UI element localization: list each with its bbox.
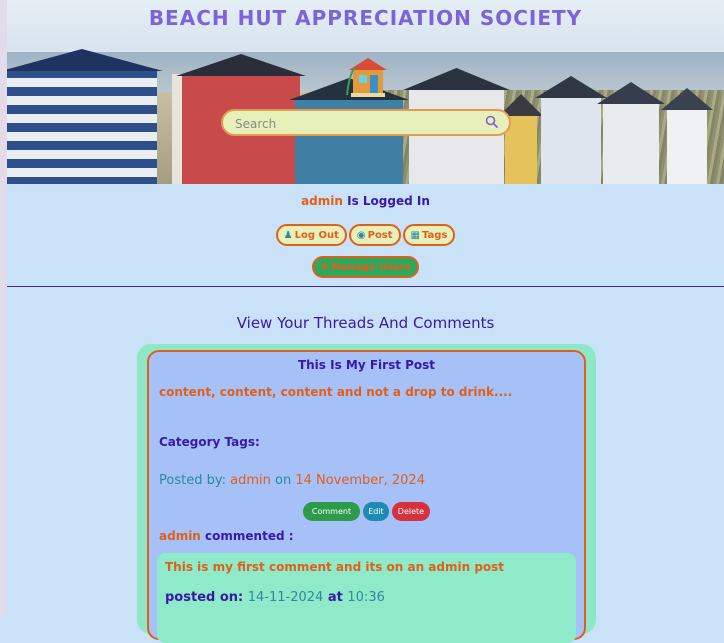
wrench-icon: ❖	[320, 262, 330, 273]
manage-users-label: Manage Users	[331, 262, 411, 273]
divider	[7, 286, 724, 287]
post-card: This Is My First Post content, content, …	[147, 350, 586, 643]
delete-button[interactable]: Delete	[391, 502, 431, 521]
section-heading: View Your Threads And Comments	[236, 314, 495, 332]
post-label: Post	[367, 230, 393, 241]
thread-card: This Is My First Post content, content, …	[137, 344, 596, 643]
banner-hut-blue-striped	[7, 49, 163, 184]
left-edge	[0, 0, 7, 617]
page: BEACH HUT APPRECIATION SOCIETY admin Is …	[7, 0, 724, 643]
post-author: admin	[230, 473, 271, 488]
logout-button[interactable]: ♟ Log Out	[275, 224, 347, 246]
user-plus-icon: ♟	[283, 230, 293, 241]
post-title: This Is My First Post	[297, 358, 436, 372]
comment-author: admin	[159, 529, 201, 543]
tags-icon: ▦	[410, 230, 420, 241]
search-input[interactable]	[233, 114, 477, 134]
banner-hut-far	[661, 88, 713, 184]
header-banner: BEACH HUT APPRECIATION SOCIETY	[7, 0, 724, 184]
admin-buttons: ❖ Manage Users	[7, 256, 724, 278]
comment-button[interactable]: Comment	[302, 502, 361, 521]
search-bar[interactable]	[221, 109, 511, 136]
category-tags-label: Category Tags:	[159, 435, 260, 449]
posted-by-label: Posted by:	[159, 473, 226, 488]
tags-button[interactable]: ▦ Tags	[402, 224, 456, 246]
edit-button[interactable]: Edit	[363, 502, 389, 521]
comment-meta: posted on: 14-11-2024 at 10:36	[165, 590, 385, 605]
post-meta: Posted by: admin on 14 November, 2024	[159, 473, 425, 488]
logo-hut-icon	[346, 58, 387, 97]
post-actions: Comment Edit Delete	[149, 499, 584, 521]
logged-in-text: Is Logged In	[347, 194, 430, 208]
comment-date: 14-11-2024	[247, 590, 324, 605]
logout-label: Log Out	[294, 230, 339, 241]
post-date: 14 November, 2024	[295, 473, 425, 488]
comment-time: 10:36	[347, 590, 385, 605]
search-icon[interactable]	[485, 115, 499, 129]
post-content: content, content, content and not a drop…	[159, 385, 513, 399]
commented-label: commented :	[205, 529, 294, 543]
posted-on-label: posted on:	[165, 590, 244, 605]
banner-hut-white	[403, 68, 510, 184]
tags-label: Tags	[422, 230, 448, 241]
banner-hut-grey	[597, 82, 665, 184]
comment: This is my first comment and its on an a…	[157, 553, 576, 643]
comment-text: This is my first comment and its on an a…	[165, 560, 505, 574]
site-title: BEACH HUT APPRECIATION SOCIETY	[148, 6, 583, 30]
login-status: admin Is Logged In	[7, 194, 724, 208]
commenter-line: admin commented :	[159, 529, 294, 543]
logged-in-username: admin	[301, 194, 343, 208]
search-plus-icon: ◉	[356, 230, 366, 241]
post-button[interactable]: ◉ Post	[348, 224, 401, 246]
on-label: on	[274, 473, 292, 488]
banner-hut-pale-blue	[535, 76, 607, 184]
at-label: at	[327, 590, 343, 605]
nav-buttons: ♟ Log Out ◉ Post ▦ Tags	[7, 224, 724, 246]
manage-users-button[interactable]: ❖ Manage Users	[312, 256, 419, 278]
